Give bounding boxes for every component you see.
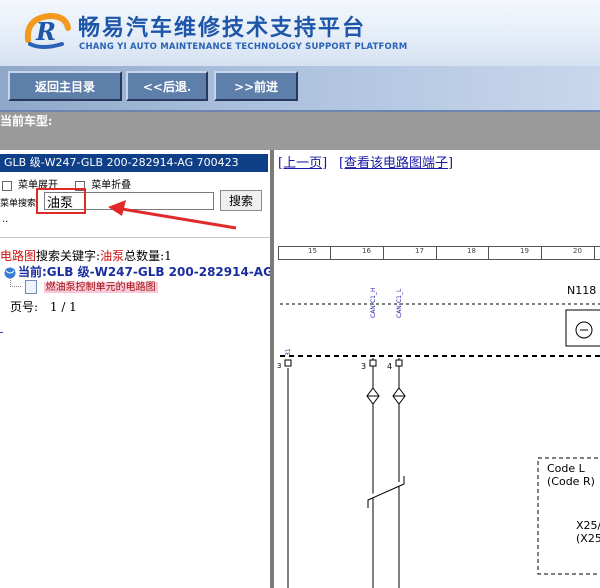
edge-label: 31 [285,348,292,356]
result-total: 1 [164,249,172,263]
current-node-label: 当前:GLB 级-W247-GLB 200-282914-AG 7 [18,265,270,279]
result-mid: 搜索关键字: [36,249,101,263]
ruler-tick: 20 [573,247,582,255]
marker [0,332,3,333]
x25-alt-label: (X25 [576,532,600,545]
back-to-main-button[interactable]: 返回主目录 [8,71,122,101]
connector-id: N118 [567,284,597,297]
ruler-tick: 18 [467,247,476,255]
expand-icon[interactable] [2,180,12,191]
code-r-label: (Code R) [547,475,595,488]
pin-label: CAN-C1_H [370,287,377,318]
result-list-item[interactable]: 燃油泵控制单元的电路图 [10,278,158,294]
diagram-panel: [上一页] [查看该电路图端子] 15 16 17 18 19 20 N118 … [274,150,600,588]
result-item-link[interactable]: 燃油泵控制单元的电路图 [43,282,158,293]
pin-number: 4 [387,362,393,371]
circuit-diagram [280,303,600,588]
model-title: GLB 级-W247-GLB 200-282914-AG 700423 [0,154,268,172]
ellipsis-text: .. [2,214,9,225]
nav-bar: 返回主目录 <<后退. >>前进 [0,66,600,112]
x25-label: X25/ [576,519,600,532]
prev-page-link[interactable]: [上一页] [278,156,327,171]
page-label: 页号: [10,300,39,314]
left-pin-number: 3 [277,362,282,370]
result-keyword: 油泵 [100,249,125,263]
logo-icon: R [24,12,71,49]
search-summary: 电路图搜索关键字:油泵总数量:1 [0,247,172,264]
code-l-label: Code L [547,462,585,475]
annotation-box [36,188,86,214]
view-terminals-link[interactable]: [查看该电路图端子] [339,156,453,171]
current-car-bar: 当前车型: [0,112,600,150]
site-title: 畅易汽车维修技术支持平台 [78,16,367,41]
back-button[interactable]: <<后退. [126,71,208,101]
document-icon [24,279,37,294]
site-subtitle: CHANG YI AUTO MAINTENANCE TECHNOLOGY SUP… [79,42,408,52]
ruler-tick: 17 [415,247,424,255]
annotation-arrow-icon [108,200,237,230]
page-indicator: 页号: 1 / 1 [10,298,77,315]
result-type: 电路图 [0,249,37,263]
page-value: 1 / 1 [49,300,77,314]
pin-label: CAN-C1_L [396,288,403,318]
pin-number: 3 [361,362,367,371]
svg-text:R: R [35,17,56,46]
current-car-label: 当前车型: [0,114,53,128]
menu-collapse-link[interactable]: 菜单折叠 [91,180,131,191]
ruler-tick: 15 [308,247,317,255]
diagram-links: [上一页] [查看该电路图端子] [278,152,453,171]
ruler-tick: 16 [362,247,371,255]
result-total-label: 总数量: [124,249,165,263]
forward-button[interactable]: >>前进 [214,71,298,101]
header-banner: R 畅易汽车维修技术支持平台 CHANG YI AUTO MAINTENANCE… [0,0,600,66]
divider [0,237,270,238]
search-label: 菜单搜索 [0,199,37,209]
ruler-tick: 19 [520,247,529,255]
